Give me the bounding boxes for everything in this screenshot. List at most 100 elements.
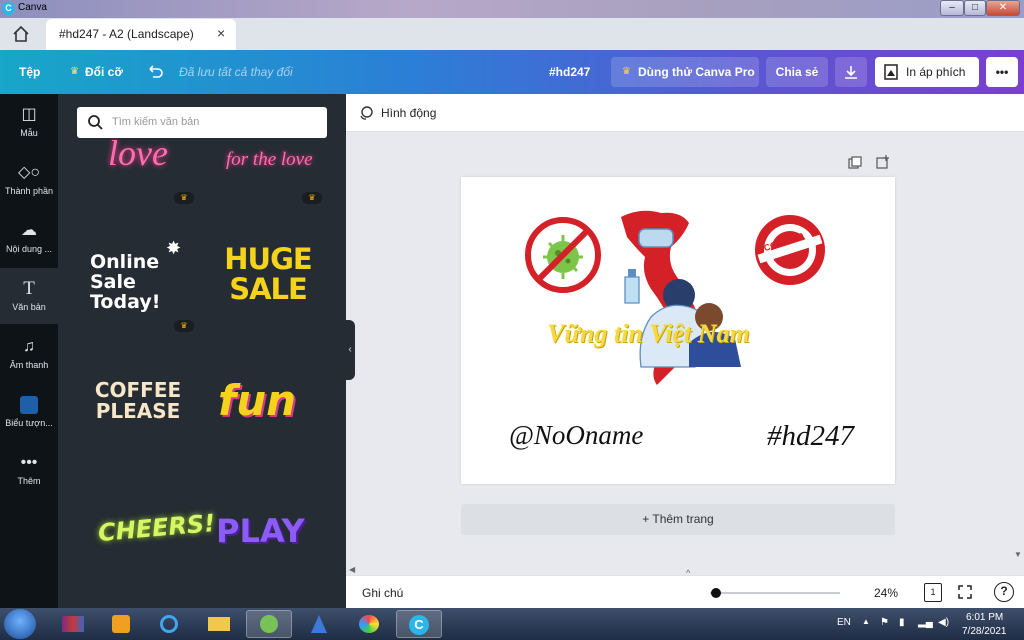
design-page[interactable]: COVID-19 Vững tin Việt Nam @NoOname #hd2…	[461, 177, 895, 484]
close-window-button[interactable]: ✕	[986, 0, 1020, 16]
canva-app-icon: C	[2, 2, 15, 15]
design-name[interactable]: #hd247	[549, 65, 590, 79]
maximize-button[interactable]: □	[964, 0, 986, 16]
add-page-button[interactable]: + Thêm trang	[461, 504, 895, 535]
print-poster-button[interactable]: In áp phích	[875, 57, 979, 87]
taskbar-canva[interactable]: C	[396, 610, 442, 638]
text-template[interactable]: love	[108, 132, 168, 174]
rail-item-logos[interactable]: Biểu tượn...	[0, 384, 58, 440]
document-tab[interactable]: #hd247 - A2 (Landscape) ×	[46, 19, 236, 50]
context-toolbar: Hình động	[346, 94, 1024, 132]
search-icon	[88, 115, 103, 130]
page-count-button[interactable]: 1	[924, 583, 942, 602]
save-status: Đã lưu tất cả thay đổi	[179, 65, 293, 79]
window-title: Canva	[18, 2, 47, 13]
text-template[interactable]: PLAY	[216, 512, 305, 550]
music-icon: ♫	[23, 338, 35, 355]
rail-item-label: Biểu tượn...	[5, 418, 53, 428]
rail-item-label: Nội dung ...	[5, 244, 53, 254]
search-input[interactable]: Tìm kiếm văn bản	[77, 107, 327, 138]
download-icon	[845, 66, 857, 79]
help-button[interactable]: ?	[994, 582, 1014, 602]
text-template[interactable]: CHEERS!	[97, 509, 216, 547]
canvas-hashtag-text[interactable]: #hd247	[767, 420, 854, 453]
zoom-slider[interactable]	[710, 592, 840, 594]
resize-button[interactable]: Đổi cỡ	[85, 65, 123, 79]
pro-badge: ♛	[302, 192, 322, 204]
home-icon[interactable]	[10, 24, 32, 44]
network-icon[interactable]: ▮	[899, 617, 905, 628]
text-template[interactable]: COFFEE PLEASE	[88, 380, 188, 422]
rail-item-label: Thành phần	[4, 186, 54, 196]
upload-icon: ☁	[21, 222, 37, 239]
taskbar-winrar[interactable]	[50, 610, 96, 638]
canvas-handle-text[interactable]: @NoOname	[509, 420, 643, 451]
poster-icon	[884, 64, 898, 80]
minimize-button[interactable]: –	[940, 0, 964, 16]
covid-stamp-icon	[755, 215, 825, 285]
rail-item-uploads[interactable]: ☁ Nội dung ...	[0, 210, 58, 266]
language-indicator[interactable]: EN	[837, 617, 851, 628]
text-icon: T	[23, 278, 35, 299]
rail-item-more[interactable]: ••• Thêm	[0, 442, 58, 498]
clock-date[interactable]: 7/28/2021	[962, 626, 1007, 637]
rail-item-label: Thêm	[17, 476, 41, 486]
document-tab-title: #hd247 - A2 (Landscape)	[59, 27, 194, 41]
template-icon: ◫	[21, 106, 37, 123]
zoom-percent[interactable]: 24%	[874, 586, 898, 600]
undo-icon[interactable]	[146, 62, 164, 85]
close-tab-button[interactable]: ×	[217, 25, 225, 41]
sparkle-icon: ✸	[166, 238, 182, 258]
elements-icon: ◇○	[18, 164, 40, 181]
show-hidden-icons-icon[interactable]: ▲	[862, 617, 870, 626]
rail-item-elements[interactable]: ◇○ Thành phần	[0, 152, 58, 208]
rail-item-templates[interactable]: ◫ Mẫu	[0, 94, 58, 150]
duplicate-page-icon[interactable]	[848, 156, 862, 170]
rail-item-text[interactable]: T Văn bản	[0, 268, 58, 324]
volume-icon[interactable]: ◀)	[938, 617, 949, 628]
search-placeholder: Tìm kiếm văn bản	[112, 116, 200, 128]
try-canva-pro-button[interactable]: ♛ Dùng thử Canva Pro	[611, 57, 759, 87]
start-button[interactable]	[4, 609, 36, 639]
signal-icon[interactable]: ▂▄	[918, 617, 933, 628]
scroll-down-arrow[interactable]: ▼	[1014, 550, 1022, 559]
text-template[interactable]: fun	[218, 376, 296, 425]
action-center-icon[interactable]: ⚑	[880, 617, 889, 628]
download-button[interactable]	[835, 57, 867, 87]
scroll-left-arrow[interactable]: ◀	[349, 565, 355, 574]
rail-item-audio[interactable]: ♫ Âm thanh	[0, 326, 58, 382]
clock-time[interactable]: 6:01 PM	[966, 612, 1003, 623]
stop-virus-icon	[525, 217, 601, 293]
rail-item-label: Mẫu	[20, 128, 38, 138]
editor-header: Tệp ♛ Đổi cỡ Đã lưu tất cả thay đổi #hd2…	[0, 50, 1024, 94]
share-button[interactable]: Chia sẻ	[766, 57, 828, 87]
side-rail: ◫ Mẫu ◇○ Thành phần ☁ Nội dung ... T Văn…	[0, 94, 58, 608]
animate-icon	[360, 106, 373, 120]
text-template[interactable]: Online Sale Today!	[90, 252, 190, 312]
text-template[interactable]: for the love	[226, 149, 313, 171]
collapse-panel-handle[interactable]: ‹	[345, 320, 355, 380]
rail-item-label: Văn bản	[12, 302, 46, 312]
text-panel: love for the love ♛ ♛ Online Sale Today!…	[58, 94, 346, 608]
notes-button[interactable]: Ghi chú	[362, 586, 403, 600]
file-menu[interactable]: Tệp	[19, 65, 40, 79]
add-page-icon[interactable]	[876, 155, 890, 169]
animate-button[interactable]: Hình động	[381, 106, 436, 120]
taskbar-paint[interactable]	[346, 610, 392, 638]
vietnam-map-illustration	[621, 210, 741, 385]
fullscreen-icon[interactable]	[957, 584, 973, 600]
taskbar-coccoc[interactable]	[246, 610, 292, 638]
zoom-slider-thumb[interactable]	[711, 588, 722, 598]
canvas-headline[interactable]: Vững tin Việt Nam	[547, 319, 750, 349]
window-title-bar: C Canva – □ ✕	[0, 0, 1024, 18]
more-options-button[interactable]: •••	[986, 57, 1018, 87]
taskbar-file-explorer[interactable]	[196, 610, 242, 638]
logo-icon	[0, 396, 58, 419]
bottom-bar: Ghi chú 24% 1 ?	[346, 575, 1024, 608]
taskbar-internet-explorer[interactable]	[146, 610, 192, 638]
taskbar-media-player[interactable]	[98, 610, 144, 638]
more-icon: •••	[20, 454, 38, 471]
crown-icon: ♛	[622, 66, 631, 77]
text-template[interactable]: HUGE SALE	[218, 244, 318, 304]
taskbar-app-blue[interactable]	[296, 610, 342, 638]
